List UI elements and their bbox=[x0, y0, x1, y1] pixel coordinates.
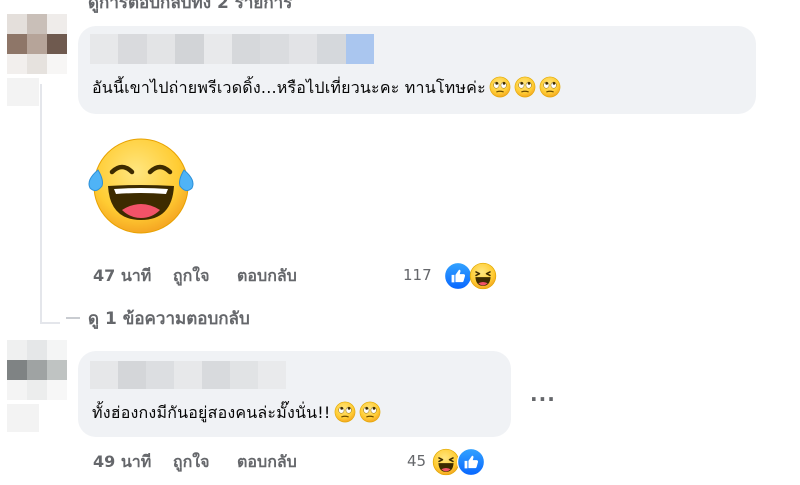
thread-dash bbox=[66, 317, 80, 319]
view-replies-label: ดู 1 ข้อความตอบกลับ bbox=[88, 309, 250, 329]
comment-timestamp[interactable]: 49 นาที bbox=[93, 450, 151, 475]
reply-button[interactable]: ตอบกลับ bbox=[237, 264, 297, 289]
rolling-eyes-emoji bbox=[334, 401, 356, 423]
comment-text-body: อันนี้เขาไปถ่ายพรีเวดดิ้ง...หรือไปเที่ยว… bbox=[92, 78, 486, 97]
rolling-eyes-emoji bbox=[359, 401, 381, 423]
like-icon[interactable] bbox=[457, 448, 485, 476]
comment-actions: 49 นาที ถูกใจ ตอบกลับ bbox=[93, 450, 297, 475]
rolling-eyes-emoji bbox=[514, 76, 536, 98]
reaction-count[interactable]: 45 bbox=[407, 452, 426, 470]
like-button[interactable]: ถูกใจ bbox=[173, 264, 210, 289]
like-button[interactable]: ถูกใจ bbox=[173, 450, 210, 475]
rolling-eyes-emoji bbox=[489, 76, 511, 98]
comment-actions: 47 นาที ถูกใจ ตอบกลับ bbox=[93, 264, 297, 289]
avatar[interactable] bbox=[7, 14, 67, 74]
comment-text-body: ทั้งฮ่องกงมีกันอยู่สองคนล่ะมั๊งนั่น!! bbox=[92, 403, 331, 422]
comment-author-name[interactable] bbox=[90, 34, 374, 64]
reaction-count[interactable]: 117 bbox=[403, 266, 432, 284]
comment-timestamp[interactable]: 47 นาที bbox=[93, 264, 151, 289]
reply-button[interactable]: ตอบกลับ bbox=[237, 450, 297, 475]
avatar-fade bbox=[7, 78, 39, 106]
haha-icon[interactable] bbox=[432, 448, 460, 476]
comment-author-name[interactable] bbox=[90, 361, 286, 389]
comment-text: อันนี้เขาไปถ่ายพรีเวดดิ้ง...หรือไปเที่ยว… bbox=[92, 76, 561, 101]
view-previous-replies-link[interactable]: ดูการตอบกลับทั้ง 2 รายการ bbox=[88, 0, 292, 16]
more-options-icon[interactable]: ... bbox=[530, 382, 556, 406]
avatar[interactable] bbox=[7, 340, 67, 400]
like-icon[interactable] bbox=[444, 262, 472, 290]
comment-text: ทั้งฮ่องกงมีกันอยู่สองคนล่ะมั๊งนั่น!! bbox=[92, 401, 381, 426]
view-replies-link[interactable]: ดู 1 ข้อความตอบกลับ bbox=[66, 305, 250, 332]
rolling-eyes-emoji bbox=[539, 76, 561, 98]
haha-icon[interactable] bbox=[469, 262, 497, 290]
laughing-tears-emoji bbox=[88, 138, 194, 234]
thread-line-branch bbox=[40, 322, 60, 324]
avatar-fade bbox=[7, 404, 39, 432]
thread-line bbox=[40, 84, 42, 324]
